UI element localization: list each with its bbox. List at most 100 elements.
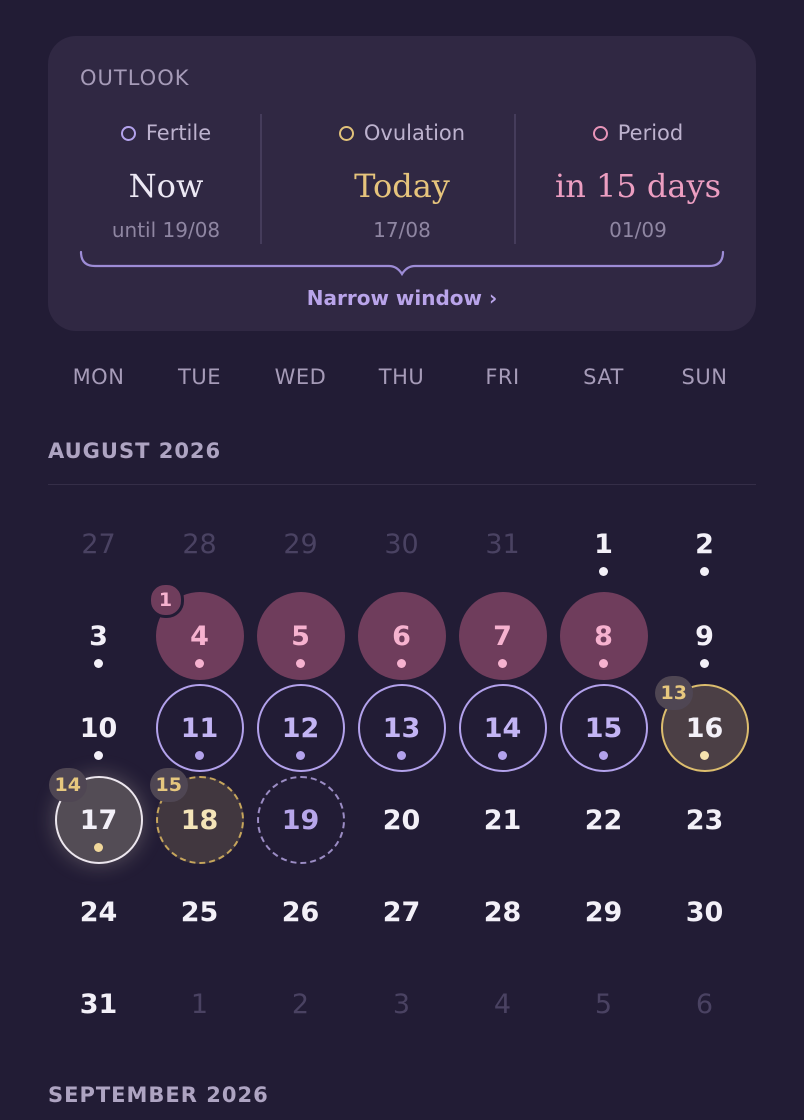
day-number: 27	[382, 896, 421, 928]
day-cell[interactable]: 27	[358, 868, 446, 956]
day-cell[interactable]: 18 15	[149, 768, 244, 864]
weekday-mon: MON	[72, 365, 125, 389]
day-cell[interactable]: 6	[661, 960, 749, 1048]
day-cell[interactable]: 19	[256, 776, 345, 864]
calendar-cell: 23	[654, 774, 755, 866]
calendar-cell: 29	[553, 866, 654, 958]
day-cell[interactable]: 6	[357, 592, 446, 680]
day-cell[interactable]: 28	[156, 500, 244, 588]
calendar-cell: 26	[250, 866, 351, 958]
day-cell[interactable]: 2	[257, 960, 345, 1048]
day-number: 29	[584, 896, 623, 928]
day-cell[interactable]: 3	[358, 960, 446, 1048]
day-cell[interactable]: 28	[459, 868, 547, 956]
day-cell[interactable]: 41	[147, 582, 244, 680]
weekday-thu: THU	[378, 365, 425, 389]
calendar-cell: 22	[553, 774, 654, 866]
calendar-cell: 3	[48, 590, 149, 682]
calendar-cell: 27	[48, 498, 149, 590]
divider	[260, 114, 262, 244]
calendar-cell: 17 14	[48, 768, 149, 866]
day-number: 20	[382, 804, 421, 836]
day-cell[interactable]: 20	[358, 776, 446, 864]
calendar-cell: 30	[654, 866, 755, 958]
day-cell[interactable]: 1	[156, 960, 244, 1048]
calendar-cell: 28	[452, 866, 553, 958]
day-cell[interactable]: 22	[560, 776, 648, 864]
calendar-cell: 12	[250, 682, 351, 774]
calendar-cell: 9	[654, 590, 755, 682]
day-cell[interactable]: 29	[257, 500, 345, 588]
calendar-cell: 27	[351, 866, 452, 958]
calendar-cell: 19	[250, 774, 351, 866]
calendar-cell: 1	[553, 498, 654, 590]
log-dot-icon	[599, 567, 608, 576]
day-cell[interactable]: 30	[358, 500, 446, 588]
day-number: 29	[283, 528, 318, 560]
day-number: 4	[493, 988, 512, 1020]
month-label-august: AUGUST 2026	[48, 439, 222, 463]
day-cell[interactable]: 1	[560, 500, 648, 588]
fertile-sub: until 19/08	[111, 218, 221, 242]
fertile-ring-icon	[120, 125, 136, 141]
log-dot-icon	[296, 751, 305, 760]
fertile-label: Fertile	[145, 121, 212, 145]
day-cell[interactable]: 17 14	[48, 768, 143, 864]
day-cell[interactable]: 11	[155, 684, 244, 772]
day-cell[interactable]: 29	[560, 868, 648, 956]
calendar-cell: 15	[553, 682, 654, 774]
day-cell[interactable]: 13	[357, 684, 446, 772]
month-divider	[48, 484, 756, 485]
calendar-cell: 7	[452, 590, 553, 682]
log-dot-icon	[397, 751, 406, 760]
day-cell[interactable]: 24	[55, 868, 143, 956]
day-cell[interactable]: 23	[661, 776, 749, 864]
log-dot-icon	[94, 751, 103, 760]
log-dot-icon	[195, 751, 204, 760]
day-cell[interactable]: 5	[560, 960, 648, 1048]
window-brace-icon	[79, 250, 725, 277]
day-number: 30	[384, 528, 419, 560]
calendar-cell: 10	[48, 682, 149, 774]
day-cell[interactable]: 14	[458, 684, 547, 772]
day-cell[interactable]: 26	[257, 868, 345, 956]
day-number: 5	[594, 988, 613, 1020]
day-cell[interactable]: 31	[459, 500, 547, 588]
calendar-cell: 20	[351, 774, 452, 866]
day-cell[interactable]: 10	[55, 684, 143, 772]
calendar-cell: 13	[351, 682, 452, 774]
calendar-cell: 30	[351, 498, 452, 590]
day-cell[interactable]: 7	[458, 592, 547, 680]
log-dot-icon	[94, 659, 103, 668]
day-number: 31	[79, 988, 118, 1020]
calendar-cell: 16 13	[654, 676, 755, 774]
day-cell[interactable]: 2	[661, 500, 749, 588]
day-number: 27	[81, 528, 116, 560]
day-cell[interactable]: 16 13	[654, 676, 749, 772]
calendar-cell: 6	[351, 590, 452, 682]
day-number: 2	[291, 988, 310, 1020]
ovulation-value: Today	[354, 167, 450, 205]
day-cell[interactable]: 12	[256, 684, 345, 772]
day-cell[interactable]: 25	[156, 868, 244, 956]
day-cell[interactable]: 15	[559, 684, 648, 772]
log-dot-icon	[296, 659, 305, 668]
log-dot-icon	[195, 659, 204, 668]
log-dot-icon	[599, 659, 608, 668]
day-cell[interactable]: 9	[661, 592, 749, 680]
day-cell[interactable]: 31	[55, 960, 143, 1048]
day-cell[interactable]: 8	[559, 592, 648, 680]
calendar-cell: 6	[654, 958, 755, 1050]
day-cell[interactable]: 30	[661, 868, 749, 956]
day-cell[interactable]: 4	[459, 960, 547, 1048]
ovulation-sub: 17/08	[373, 218, 431, 242]
day-cell[interactable]: 21	[459, 776, 547, 864]
day-number: 21	[483, 804, 522, 836]
day-cell[interactable]: 3	[55, 592, 143, 680]
calendar-cell: 11	[149, 682, 250, 774]
log-dot-icon	[397, 659, 406, 668]
day-cell[interactable]: 27	[55, 500, 143, 588]
day-cell[interactable]: 5	[256, 592, 345, 680]
narrow-window-link[interactable]: Narrow window ›	[48, 286, 756, 310]
period-column: Period in 15 days 01/09	[520, 118, 756, 248]
